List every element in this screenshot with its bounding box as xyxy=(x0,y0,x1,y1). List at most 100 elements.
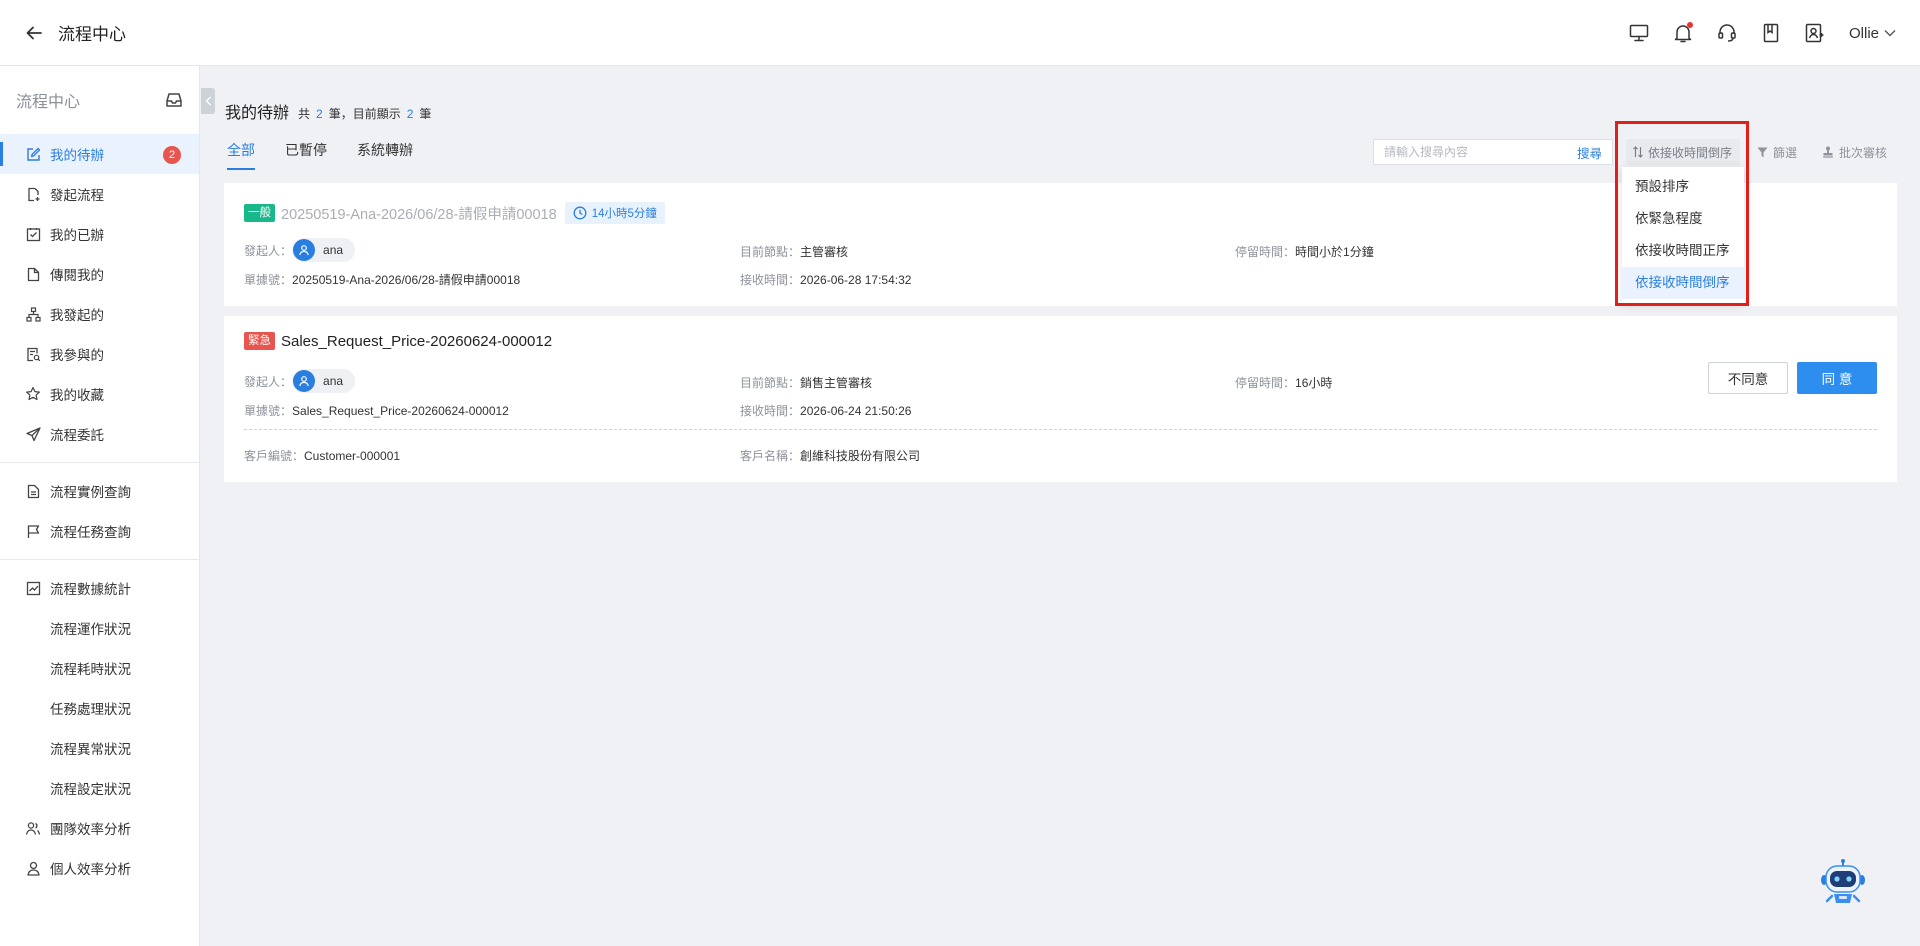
sidebar-item-label: 發起流程 xyxy=(50,188,104,203)
user-switch-icon[interactable] xyxy=(1793,11,1837,55)
sidebar-item-my-todo[interactable]: 我的待辦 2 xyxy=(0,134,199,174)
priority-tag-normal: 一般 xyxy=(244,204,275,222)
current-node-label: 目前節點： xyxy=(740,376,801,390)
sidebar-item-statistics[interactable]: 流程數據統計 xyxy=(0,568,199,608)
batch-review-label: 批次審核 xyxy=(1839,145,1888,160)
sidebar-item-delegation[interactable]: 流程委託 xyxy=(0,414,199,454)
sidebar-item-label: 我的待辦 xyxy=(50,148,104,163)
approve-button[interactable]: 同 意 xyxy=(1797,362,1877,394)
page-heading: 我的待辦 共 2 筆，目前顯示 2 筆 xyxy=(225,99,431,123)
filter-icon xyxy=(1757,147,1768,157)
initiator-chip[interactable]: ana xyxy=(292,238,356,262)
sort-label: 依接收時間倒序 xyxy=(1648,145,1733,160)
count-suffix: 筆 xyxy=(419,107,432,121)
bell-icon[interactable] xyxy=(1661,11,1705,55)
sidebar-item-task-status[interactable]: 任務處理狀況 xyxy=(0,688,199,728)
sidebar-item-label: 任務處理狀況 xyxy=(50,702,131,717)
sidebar-item-circulated[interactable]: 傳閱我的 xyxy=(0,254,199,294)
received-time-value: 2026-06-24 21:50:26 xyxy=(800,403,912,418)
book-icon[interactable] xyxy=(1749,11,1793,55)
person-icon xyxy=(24,859,42,877)
sidebar-item-participated[interactable]: 我參與的 xyxy=(0,334,199,374)
customer-name-value: 創維科技股份有限公司 xyxy=(800,449,921,463)
received-time-row: 接收時間： 2026-06-24 21:50:26 xyxy=(740,402,911,419)
doc-number-row: 單據號： 20250519-Ana-2026/06/28-請假申請00018 xyxy=(244,271,520,288)
document-icon xyxy=(24,482,42,500)
sidebar-item-label: 流程設定狀況 xyxy=(50,782,131,797)
sidebar-item-label: 我的已辦 xyxy=(50,228,104,243)
received-time-label: 接收時間： xyxy=(740,404,801,418)
sidebar-item-label: 傳閱我的 xyxy=(50,268,104,283)
sidebar-item-duration-status[interactable]: 流程耗時狀況 xyxy=(0,648,199,688)
doc-number-value: 20250519-Ana-2026/06/28-請假申請00018 xyxy=(292,273,521,287)
task-title: 緊急 Sales_Request_Price-20260624-000012 xyxy=(244,332,552,350)
sidebar-item-setting-status[interactable]: 流程設定狀況 xyxy=(0,768,199,808)
task-title-text[interactable]: Sales_Request_Price-20260624-000012 xyxy=(281,333,552,350)
sort-option-urgency[interactable]: 依緊急程度 xyxy=(1622,203,1744,235)
sidebar-item-start-process[interactable]: 發起流程 xyxy=(0,174,199,214)
tab-system-transfer[interactable]: 系統轉辦 xyxy=(357,140,413,168)
sort-option-received-asc[interactable]: 依接收時間正序 xyxy=(1622,235,1744,267)
initiator-chip[interactable]: ana xyxy=(292,369,356,393)
sidebar-item-exception-status[interactable]: 流程異常狀況 xyxy=(0,728,199,768)
user-menu[interactable]: Ollie xyxy=(1849,25,1896,42)
search-input[interactable] xyxy=(1384,145,1554,159)
current-node-value: 銷售主管審核 xyxy=(800,376,873,390)
avatar xyxy=(293,239,316,261)
sidebar-divider xyxy=(0,559,199,560)
headset-icon[interactable] xyxy=(1705,11,1749,55)
received-time-value: 2026-06-28 17:54:32 xyxy=(800,272,912,287)
sort-option-received-desc[interactable]: 依接收時間倒序 xyxy=(1622,267,1744,299)
task-title-text[interactable]: 20250519-Ana-2026/06/28-請假申請00018 xyxy=(281,203,557,224)
sidebar-item-label: 我發起的 xyxy=(50,308,104,323)
sort-dropdown-menu: 預設排序 依緊急程度 依接收時間正序 依接收時間倒序 xyxy=(1622,167,1744,303)
stamp-icon xyxy=(1823,146,1833,158)
sidebar-item-my-done[interactable]: 我的已辦 xyxy=(0,214,199,254)
sidebar-item-label: 我的收藏 xyxy=(50,388,104,403)
count-mid: 筆，目前顯示 xyxy=(328,107,401,121)
monitor-icon[interactable] xyxy=(1617,11,1661,55)
file-search-icon xyxy=(24,345,42,363)
sidebar-collapse-toggle[interactable] xyxy=(201,88,215,114)
page-title: 我的待辦 xyxy=(225,105,290,122)
current-node-row: 目前節點： 銷售主管審核 xyxy=(740,374,872,391)
file-add-icon xyxy=(24,185,42,203)
sidebar-item-team-efficiency[interactable]: 團隊效率分析 xyxy=(0,808,199,848)
sort-dropdown-button[interactable]: 依接收時間倒序 xyxy=(1626,139,1740,165)
task-title: 一般 20250519-Ana-2026/06/28-請假申請00018 14小… xyxy=(244,202,665,224)
robot-assistant-icon[interactable] xyxy=(1818,858,1868,908)
sidebar-item-operation-status[interactable]: 流程運作狀況 xyxy=(0,608,199,648)
sidebar-item-favorites[interactable]: 我的收藏 xyxy=(0,374,199,414)
current-node-row: 目前節點： 主管審核 xyxy=(740,243,848,260)
initiator-row: 發起人： ana xyxy=(244,369,356,393)
initiator-row: 發起人： ana xyxy=(244,238,356,262)
record-count: 共 2 筆，目前顯示 2 筆 xyxy=(298,105,431,122)
sidebar-item-personal-efficiency[interactable]: 個人效率分析 xyxy=(0,848,199,888)
received-time-label: 接收時間： xyxy=(740,273,801,287)
sidebar-item-label: 流程數據統計 xyxy=(50,582,131,597)
priority-tag-urgent: 緊急 xyxy=(244,332,275,350)
task-card[interactable]: 緊急 Sales_Request_Price-20260624-000012 發… xyxy=(224,316,1897,482)
reject-button[interactable]: 不同意 xyxy=(1708,362,1788,394)
tab-all[interactable]: 全部 xyxy=(227,140,255,170)
initiator-label: 發起人： xyxy=(244,243,293,258)
file-icon xyxy=(24,265,42,283)
sidebar-item-task-query[interactable]: 流程任務查詢 xyxy=(0,511,199,551)
received-time-row: 接收時間： 2026-06-28 17:54:32 xyxy=(740,271,911,288)
back-arrow-icon[interactable] xyxy=(20,19,48,47)
search-button[interactable]: 搜尋 xyxy=(1577,143,1602,162)
batch-review-button[interactable]: 批次審核 xyxy=(1822,139,1887,165)
app-title: 流程中心 xyxy=(58,25,126,44)
sidebar-item-instance-query[interactable]: 流程實例查詢 xyxy=(0,471,199,511)
todo-count-badge: 2 xyxy=(163,146,181,164)
inbox-icon[interactable] xyxy=(165,92,183,108)
sidebar-item-initiated[interactable]: 我發起的 xyxy=(0,294,199,334)
sidebar-item-label: 我參與的 xyxy=(50,348,104,363)
current-node-value: 主管審核 xyxy=(800,245,849,259)
search-box: 搜尋 xyxy=(1373,139,1613,165)
sort-option-default[interactable]: 預設排序 xyxy=(1622,171,1744,203)
doc-number-row: 單據號： Sales_Request_Price-20260624-000012 xyxy=(244,402,509,419)
tab-paused[interactable]: 已暫停 xyxy=(285,140,327,168)
filter-button[interactable]: 篩選 xyxy=(1757,139,1797,165)
chevron-left-icon xyxy=(205,96,211,106)
